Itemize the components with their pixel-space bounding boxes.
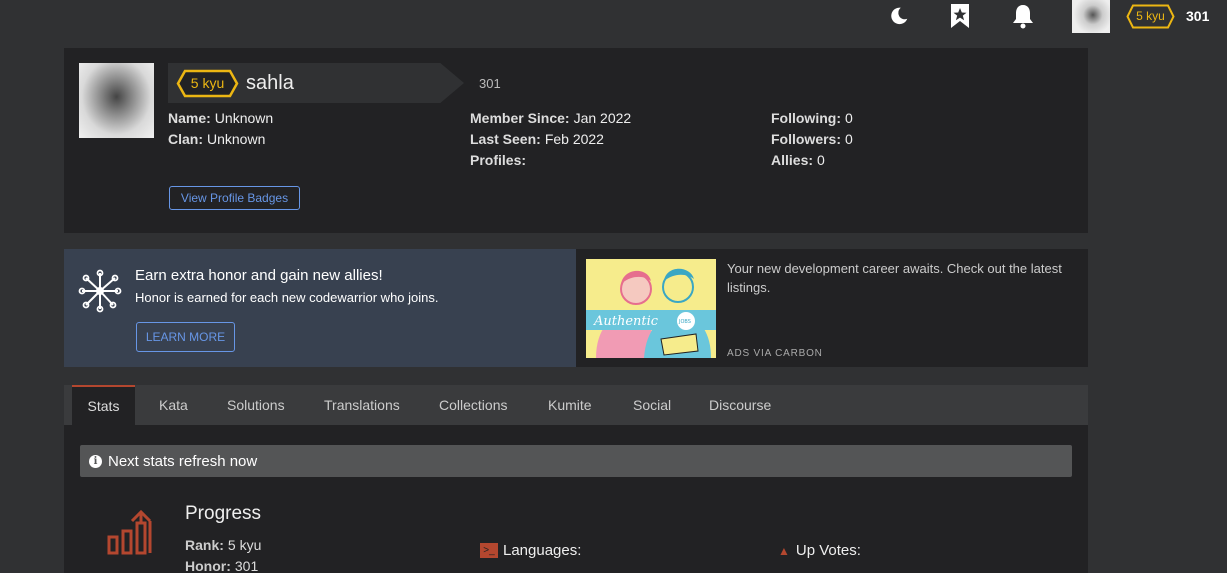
bookmark-star-icon[interactable] bbox=[947, 3, 973, 29]
info-value: 0 bbox=[845, 131, 853, 147]
profile-card: 5 kyu sahla 301 Name: Unknown Clan: Unknow… bbox=[64, 48, 1088, 233]
honor-row: Honor: 301 bbox=[185, 558, 258, 573]
honor-count: 301 bbox=[1186, 8, 1210, 24]
profile-info-right: Following: 0 Followers: 0 Allies: 0 bbox=[771, 108, 853, 171]
info-icon: i bbox=[89, 454, 102, 468]
tab-kata[interactable]: Kata bbox=[159, 385, 188, 425]
info-label: Last Seen: bbox=[470, 131, 541, 147]
moon-icon[interactable] bbox=[886, 3, 912, 29]
ad-image-badge: JOBS bbox=[678, 319, 691, 325]
promo-title: Earn extra honor and gain new allies! bbox=[135, 267, 383, 284]
profile-honor: 301 bbox=[479, 76, 501, 91]
info-row: Following: 0 bbox=[771, 108, 853, 129]
chevron-up-icon: ▲ bbox=[778, 543, 790, 558]
username: sahla bbox=[246, 72, 294, 94]
info-row: Last Seen: Feb 2022 bbox=[470, 129, 631, 150]
ads-via-carbon-link[interactable]: ADS VIA CARBON bbox=[727, 348, 823, 359]
info-label: Allies: bbox=[771, 152, 814, 168]
info-label: Followers: bbox=[771, 131, 842, 147]
rank-value: 5 kyu bbox=[227, 537, 262, 553]
ad-text[interactable]: Your new development career awaits. Chec… bbox=[727, 259, 1067, 297]
profile-avatar bbox=[79, 63, 154, 138]
tab-collections[interactable]: Collections bbox=[439, 385, 507, 425]
tab-social[interactable]: Social bbox=[633, 385, 671, 425]
info-label: Following: bbox=[771, 110, 841, 126]
info-value: 0 bbox=[817, 152, 825, 168]
tab-solutions[interactable]: Solutions bbox=[227, 385, 285, 425]
referral-promo: Earn extra honor and gain new allies! Ho… bbox=[64, 249, 576, 367]
info-row: Followers: 0 bbox=[771, 129, 853, 150]
progress-title: Progress bbox=[185, 503, 262, 524]
info-label: Profiles: bbox=[470, 152, 527, 168]
info-label: Clan: bbox=[168, 131, 203, 147]
languages-heading: >_ Languages: bbox=[480, 542, 581, 559]
stats-panel: i Next stats refresh now Progress Rank: 5… bbox=[64, 425, 1088, 573]
tab-discourse[interactable]: Discourse bbox=[709, 385, 771, 425]
upvotes-label: Up Votes: bbox=[795, 542, 861, 559]
info-value: Unknown bbox=[214, 110, 274, 126]
profile-info-left: Name: Unknown Clan: Unknown bbox=[168, 108, 273, 150]
rank-label: 5 kyu bbox=[1136, 9, 1165, 23]
ad-image[interactable]: Authentic JOBS bbox=[586, 259, 716, 358]
honor-value: 301 bbox=[234, 558, 259, 573]
top-nav: 5 kyu 301 bbox=[0, 0, 1227, 34]
info-value: Jan 2022 bbox=[573, 110, 632, 126]
rank-label: Rank: bbox=[185, 537, 224, 553]
network-icon bbox=[78, 269, 122, 318]
ad-image-text: Authentic bbox=[593, 314, 659, 329]
info-label: Member Since: bbox=[470, 110, 570, 126]
notice-text: Next stats refresh now bbox=[108, 452, 258, 470]
info-row: Clan: Unknown bbox=[168, 129, 273, 150]
languages-label: Languages: bbox=[503, 542, 582, 559]
profile-tabs: Stats Kata Solutions Translations Collec… bbox=[64, 385, 1088, 425]
bell-icon[interactable] bbox=[1010, 3, 1036, 29]
info-value: Feb 2022 bbox=[544, 131, 604, 147]
view-profile-badges-button[interactable]: View Profile Badges bbox=[169, 186, 300, 210]
info-label: Name: bbox=[168, 110, 211, 126]
tab-stats[interactable]: Stats bbox=[72, 385, 135, 425]
rank-badge[interactable]: 5 kyu bbox=[1126, 4, 1175, 29]
info-value: 0 bbox=[844, 110, 853, 126]
carbon-ad: Authentic JOBS Your new development care… bbox=[576, 249, 1088, 367]
honor-label: Honor: bbox=[185, 558, 231, 573]
profile-rank-label: 5 kyu bbox=[190, 75, 225, 91]
stats-refresh-notice: i Next stats refresh now bbox=[80, 445, 1072, 477]
tab-kumite[interactable]: Kumite bbox=[548, 385, 592, 425]
info-row: Name: Unknown bbox=[168, 108, 273, 129]
info-row: Allies: 0 bbox=[771, 150, 853, 171]
rank-row: Rank: 5 kyu bbox=[185, 537, 261, 553]
learn-more-button[interactable]: LEARN MORE bbox=[136, 322, 235, 352]
info-row: Profiles: bbox=[470, 150, 631, 171]
promo-subtitle: Honor is earned for each new codewarrior… bbox=[135, 290, 439, 305]
profile-rank-badge: 5 kyu bbox=[176, 69, 239, 98]
info-row: Member Since: Jan 2022 bbox=[470, 108, 631, 129]
avatar[interactable] bbox=[1072, 0, 1110, 33]
info-value: Unknown bbox=[207, 131, 266, 147]
tab-translations[interactable]: Translations bbox=[324, 385, 400, 425]
terminal-icon: >_ bbox=[480, 543, 498, 558]
profile-info-middle: Member Since: Jan 2022 Last Seen: Feb 2022… bbox=[470, 108, 631, 171]
upvotes-heading: ▲ Up Votes: bbox=[778, 542, 861, 559]
progress-icon bbox=[106, 509, 160, 562]
